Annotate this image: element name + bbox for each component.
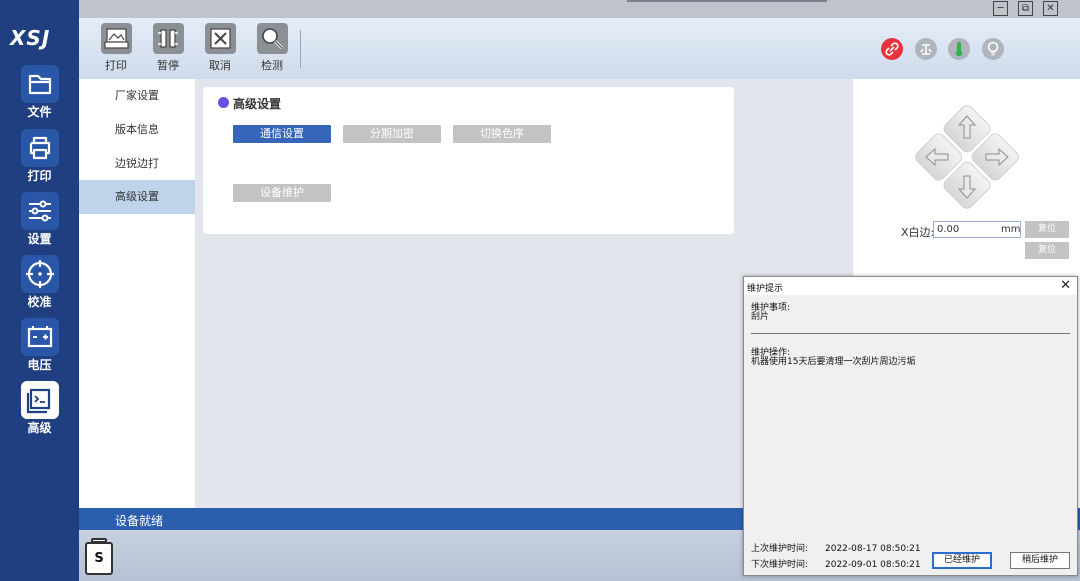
submenu-item-version[interactable]: 版本信息 bbox=[79, 113, 195, 147]
comm-settings-button[interactable]: 通信设置 bbox=[233, 125, 331, 143]
nav-label-settings: 设置 bbox=[27, 232, 52, 246]
restore-button[interactable]: ⧉ bbox=[1018, 1, 1033, 16]
nav-item-calibrate[interactable]: 校准 bbox=[0, 255, 79, 315]
minimize-button[interactable]: ─ bbox=[993, 1, 1008, 16]
ink-cap bbox=[91, 538, 107, 543]
nav-label-print: 打印 bbox=[27, 169, 52, 183]
reset-button-1[interactable]: 复位 bbox=[1025, 221, 1069, 238]
last-maintenance-label: 上次维护时间: bbox=[751, 544, 809, 554]
settings-submenu: 厂家设置 版本信息 边锐边打 高级设置 bbox=[79, 79, 195, 508]
print-image-icon bbox=[100, 23, 132, 54]
nav-label-voltage: 电压 bbox=[27, 358, 52, 372]
title-strip-indicator bbox=[627, 0, 827, 2]
submenu-item-factory[interactable]: 厂家设置 bbox=[79, 79, 195, 113]
dialog-divider bbox=[751, 333, 1070, 334]
nav-label-calibrate: 校准 bbox=[27, 295, 52, 309]
link-icon[interactable] bbox=[881, 38, 903, 60]
nav-item-print[interactable]: 打印 bbox=[0, 129, 79, 189]
submenu-item-advanced[interactable]: 高级设置 bbox=[79, 180, 195, 214]
dialog-close-button[interactable]: ✕ bbox=[1060, 278, 1071, 293]
device-maintenance-button[interactable]: 设备维护 bbox=[233, 184, 331, 202]
status-text: 设备就绪 bbox=[115, 514, 164, 528]
cancel-button[interactable]: 取消 bbox=[200, 23, 240, 73]
dialog-title: 维护提示 bbox=[747, 284, 784, 294]
cancel-label: 取消 bbox=[209, 59, 231, 72]
s-ink-icon[interactable]: S bbox=[85, 538, 113, 575]
motion-control-panel: X白边: 0.00 mm 复位 复位 bbox=[853, 79, 1080, 276]
pause-label: 暂停 bbox=[157, 59, 179, 72]
app-logo: XSJ bbox=[10, 26, 51, 50]
printer-icon bbox=[21, 129, 59, 167]
dialog-titlebar: 维护提示 ✕ bbox=[744, 277, 1077, 295]
terminal-icon bbox=[21, 381, 59, 419]
done-maintenance-button[interactable]: 已经维护 bbox=[932, 552, 992, 569]
detect-button[interactable]: 检测 bbox=[252, 23, 292, 73]
op-value: 机器使用15天后要清理一次刮片周边污垢 bbox=[751, 357, 916, 367]
close-window-button[interactable]: ✕ bbox=[1043, 1, 1058, 16]
nav-item-advanced[interactable]: 高级 bbox=[0, 381, 79, 441]
magnifier-icon bbox=[256, 23, 288, 54]
next-maintenance-label: 下次维护时间: bbox=[751, 560, 809, 570]
last-maintenance-value: 2022-08-17 08:50:21 bbox=[825, 544, 921, 554]
item-value: 刮片 bbox=[751, 312, 770, 322]
pause-icon bbox=[152, 23, 184, 54]
maintenance-dialog: 维护提示 ✕ 维护事项: 刮片 维护操作: 机器使用15天后要清理一次刮片周边污… bbox=[743, 276, 1078, 576]
thermometer-icon[interactable] bbox=[948, 38, 970, 60]
advanced-settings-card: 高级设置 通信设置 分期加密 切换色序 设备维护 bbox=[203, 87, 734, 234]
nav-item-voltage[interactable]: 电压 bbox=[0, 318, 79, 378]
x-margin-unit: mm bbox=[1001, 224, 1021, 235]
card-bullet bbox=[218, 97, 229, 108]
later-maintenance-button[interactable]: 稍后维护 bbox=[1010, 552, 1070, 569]
installment-encrypt-button[interactable]: 分期加密 bbox=[343, 125, 441, 143]
submenu-item-edge[interactable]: 边锐边打 bbox=[79, 147, 195, 181]
cancel-icon bbox=[204, 23, 236, 54]
window-title-strip: ─ ⧉ ✕ bbox=[79, 0, 1080, 18]
next-maintenance-value: 2022-09-01 08:50:21 bbox=[825, 560, 921, 570]
bulb-icon[interactable] bbox=[982, 38, 1004, 60]
switch-color-order-button[interactable]: 切换色序 bbox=[453, 125, 551, 143]
print-button[interactable]: 打印 bbox=[96, 23, 136, 73]
reset-button-2[interactable]: 复位 bbox=[1025, 242, 1069, 259]
pause-button[interactable]: 暂停 bbox=[148, 23, 188, 73]
s-label: S bbox=[94, 551, 104, 566]
nav-label-file: 文件 bbox=[27, 105, 52, 119]
main-toolbar: 打印 暂停 取消 检测 bbox=[79, 18, 1080, 79]
print-label: 打印 bbox=[105, 59, 127, 72]
card-title: 高级设置 bbox=[233, 97, 282, 111]
toolbar-separator bbox=[300, 30, 301, 68]
nav-label-advanced: 高级 bbox=[27, 421, 52, 435]
x-margin-label: X白边: bbox=[901, 226, 935, 239]
detect-label: 检测 bbox=[261, 59, 283, 72]
battery-icon bbox=[21, 318, 59, 356]
sliders-icon bbox=[21, 192, 59, 230]
fan-icon[interactable] bbox=[915, 38, 937, 60]
nav-item-settings[interactable]: 设置 bbox=[0, 192, 79, 252]
crosshair-icon bbox=[21, 255, 59, 293]
nav-item-file[interactable]: 文件 bbox=[0, 65, 79, 125]
folder-icon bbox=[21, 65, 59, 103]
left-sidebar: XSJ 文件 打印 设置 校准 电压 高级 bbox=[0, 0, 79, 581]
direction-pad bbox=[915, 105, 1019, 209]
